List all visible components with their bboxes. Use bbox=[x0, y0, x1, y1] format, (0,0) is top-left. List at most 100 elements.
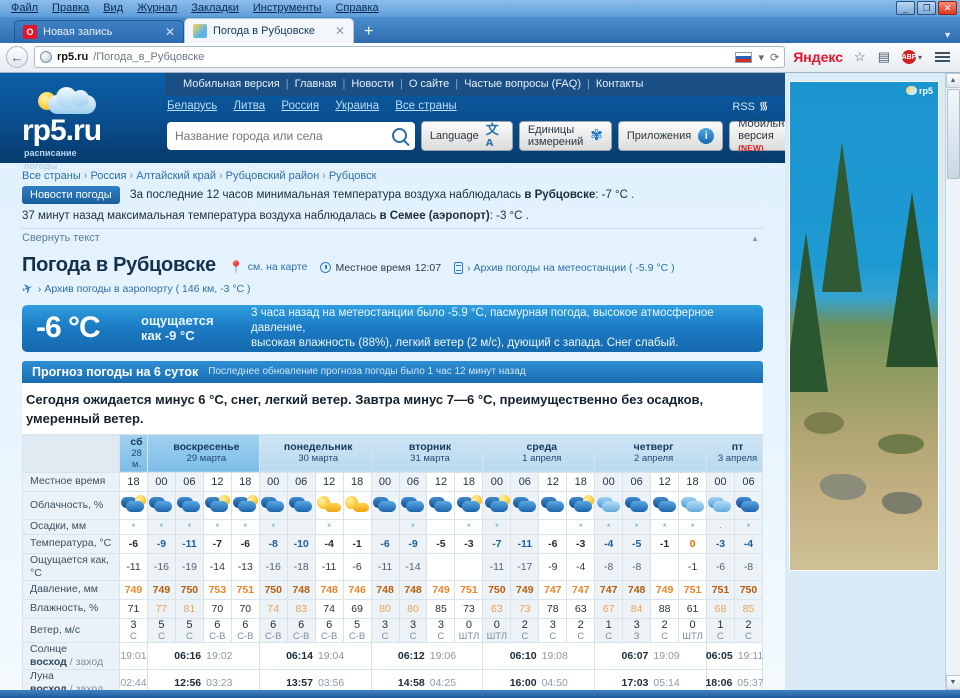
feels-like-value: как -9 °C bbox=[141, 328, 195, 344]
country-belarus[interactable]: Беларусь bbox=[167, 100, 217, 112]
row-label-wind: Ветер, м/с bbox=[22, 617, 120, 643]
day-name: вторник bbox=[408, 441, 452, 454]
minimize-button[interactable]: _ bbox=[896, 1, 915, 15]
snow-icon: * bbox=[578, 521, 583, 532]
country-ukraine[interactable]: Украина bbox=[335, 100, 379, 112]
collapse-text-bar[interactable]: Свернуть текст ▲ bbox=[22, 227, 763, 248]
day-date: 1 апреля bbox=[522, 453, 562, 465]
cell-hum-5: 74 bbox=[258, 598, 288, 619]
humidity-value: 70 bbox=[239, 602, 252, 615]
cell-press-4: 751 bbox=[230, 579, 260, 600]
nav-about[interactable]: О сайте bbox=[403, 78, 455, 90]
country-lithuania[interactable]: Литва bbox=[234, 100, 266, 112]
station-archive-label: › Архив погоды на метеостанции ( -5.9 °C… bbox=[467, 261, 675, 274]
reading-list-icon[interactable]: ▤ bbox=[875, 49, 893, 65]
menu-view[interactable]: Вид bbox=[96, 0, 130, 17]
page-scrollbar[interactable]: ▲ ▼ bbox=[945, 72, 960, 691]
tab-new-entry[interactable]: O Новая запись ✕ bbox=[14, 19, 184, 43]
snow-icon: * bbox=[746, 521, 751, 532]
scroll-up-arrow-icon[interactable]: ▲ bbox=[945, 72, 960, 88]
language-button[interactable]: Language 文ᴀ bbox=[420, 120, 513, 151]
wind-speed-value: 5 bbox=[186, 618, 193, 631]
cell-wind-15: 3С bbox=[538, 617, 568, 643]
yandex-search-icon[interactable]: Яндекс bbox=[791, 49, 845, 65]
nav-mobile-version[interactable]: Мобильная версия bbox=[177, 78, 286, 90]
local-time-value: 00 bbox=[155, 475, 168, 488]
pressure-value: 751 bbox=[236, 583, 255, 596]
cell-press-2: 750 bbox=[174, 579, 204, 600]
tab-close-icon[interactable]: ✕ bbox=[331, 24, 345, 38]
menu-history[interactable]: Журнал bbox=[130, 0, 184, 17]
pressure-value: 750 bbox=[264, 583, 282, 596]
site-logo[interactable]: rp5.ru расписание погоды bbox=[22, 86, 162, 172]
address-bar[interactable]: rp5.ru/Погода_в_Рубцовске ▾ ⟳ bbox=[34, 46, 786, 69]
cell-precip-6 bbox=[286, 518, 316, 535]
feels-like-value: -1 bbox=[687, 560, 698, 573]
cell-feels-11 bbox=[426, 552, 456, 581]
rss-link[interactable]: RSS ᯾ bbox=[732, 100, 771, 113]
map-link[interactable]: 📍 см. на карте bbox=[229, 260, 308, 277]
menu-bookmarks[interactable]: Закладки bbox=[184, 0, 246, 17]
rock-shape bbox=[820, 473, 866, 500]
feels-like-value: -17 bbox=[517, 560, 533, 573]
country-all[interactable]: Все страны bbox=[395, 100, 456, 112]
menu-edit[interactable]: Правка bbox=[45, 0, 96, 17]
table-row-pressure: Давление, мм 749 749 750 753 751 750 748 748 746… bbox=[22, 579, 764, 600]
table-row-cloudiness: Облачность, % bbox=[22, 490, 764, 520]
tab-strip: O Новая запись ✕ Погода в Рубцовске ✕ + … bbox=[0, 17, 960, 43]
nav-news[interactable]: Новости bbox=[345, 78, 400, 90]
wind-direction-value: С bbox=[437, 630, 445, 642]
adblock-icon[interactable]: ABP ▾ bbox=[899, 50, 925, 65]
new-badge: (NEW) bbox=[738, 142, 764, 153]
menu-help[interactable]: Справка bbox=[328, 0, 385, 17]
breadcrumb-district[interactable]: Рубцовский район bbox=[226, 170, 320, 182]
nav-faq[interactable]: Частые вопросы (FAQ) bbox=[458, 78, 587, 90]
airport-archive-link[interactable]: ✈ › Архив погоды в аэропорту ( 146 км, -… bbox=[0, 277, 785, 297]
apps-button[interactable]: Приложения i bbox=[617, 120, 724, 151]
news-badge[interactable]: Новости погоды bbox=[22, 185, 120, 204]
back-button[interactable]: ← bbox=[6, 46, 28, 69]
local-time-value: 12 bbox=[546, 475, 559, 488]
search-icon[interactable] bbox=[391, 128, 407, 144]
cell-temp-10: -9 bbox=[398, 533, 428, 554]
pressure-value: 750 bbox=[739, 583, 758, 596]
close-button[interactable]: ✕ bbox=[938, 1, 957, 15]
reload-icon[interactable]: ⟳ bbox=[770, 51, 779, 64]
row-label-cloudiness: Облачность, % bbox=[22, 490, 120, 520]
chevron-down-icon[interactable]: ▼ bbox=[943, 30, 952, 40]
new-tab-button[interactable]: + bbox=[354, 23, 383, 43]
station-archive-link[interactable]: › Архив погоды на метеостанции ( -5.9 °C… bbox=[454, 261, 675, 277]
city-search-box[interactable] bbox=[167, 121, 415, 150]
day-date: 30 марта bbox=[298, 453, 338, 465]
breadcrumb-city[interactable]: Рубцовск bbox=[329, 170, 377, 182]
restore-button[interactable]: ❐ bbox=[917, 1, 936, 15]
tab-close-icon[interactable]: ✕ bbox=[161, 25, 175, 39]
menu-file[interactable]: Файл bbox=[4, 0, 45, 17]
tab-weather-rubtsovsk[interactable]: Погода в Рубцовске ✕ bbox=[184, 17, 354, 43]
menu-hamburger-icon[interactable] bbox=[931, 52, 954, 63]
cell-time-9: 00 bbox=[370, 471, 400, 492]
row-label-temperature: Температура, °C bbox=[22, 533, 120, 554]
chevron-up-icon[interactable]: ▲ bbox=[751, 234, 759, 243]
scrollbar-thumb[interactable] bbox=[946, 88, 960, 179]
nav-contacts[interactable]: Контакты bbox=[590, 78, 650, 90]
cell-temp-19: -1 bbox=[650, 533, 680, 554]
chevron-down-icon[interactable]: ▾ bbox=[758, 51, 764, 64]
cell-wind-16: 2С bbox=[566, 617, 596, 643]
search-input[interactable] bbox=[175, 128, 392, 143]
sun-times-set: 19:06 bbox=[429, 649, 457, 662]
moon-times-rise: 17:03 bbox=[621, 676, 649, 689]
cell-precip-17: * bbox=[594, 518, 624, 535]
forecast-table: сб 28 м. воскресенье 29 марта понедельни… bbox=[22, 433, 764, 691]
cell-precip-21: · bbox=[706, 518, 735, 535]
country-russia[interactable]: Россия bbox=[281, 100, 319, 112]
menu-tools[interactable]: Инструменты bbox=[246, 0, 329, 17]
scroll-down-arrow-icon[interactable]: ▼ bbox=[945, 675, 960, 691]
mobile-version-button[interactable]: Мобильная версия (NEW) bbox=[729, 118, 785, 153]
pressure-value: 751 bbox=[460, 583, 478, 596]
nav-home[interactable]: Главная bbox=[289, 78, 343, 90]
russian-flag-icon[interactable] bbox=[735, 51, 753, 63]
units-button[interactable]: Единицы измерений ✾ bbox=[518, 120, 612, 151]
wind-direction-value: С bbox=[577, 630, 585, 642]
bookmark-star-icon[interactable]: ☆ bbox=[851, 49, 869, 65]
